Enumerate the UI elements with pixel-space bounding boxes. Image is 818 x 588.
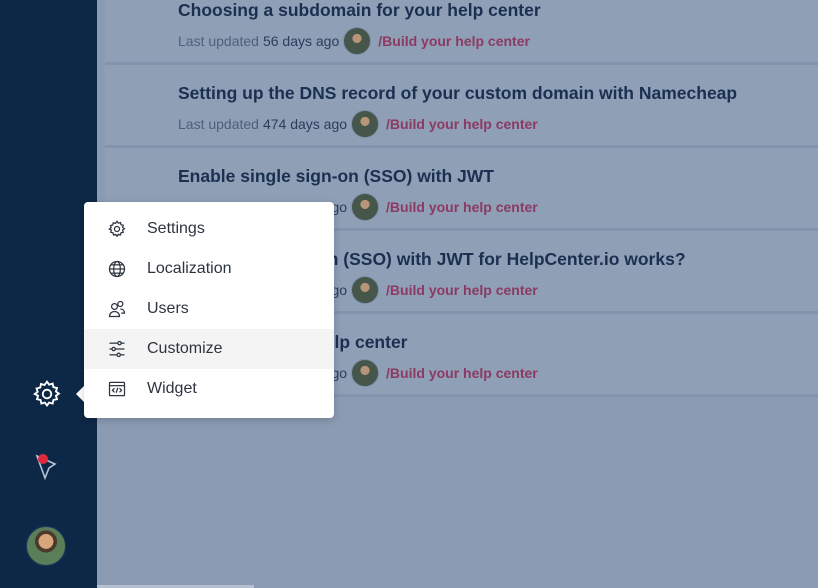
article-title[interactable]: Setting up the DNS record of your custom… (178, 83, 737, 104)
menu-item-label: Users (147, 300, 189, 317)
menu-item-users[interactable]: Users (84, 289, 334, 329)
article-meta: Last updated474 days ago/Build your help… (178, 110, 538, 138)
settings-gear-icon[interactable] (31, 378, 63, 410)
category-link[interactable]: /Build your help center (386, 365, 538, 381)
article-title[interactable]: Choosing a subdomain for your help cente… (178, 0, 541, 21)
notifications-pin-icon[interactable] (31, 450, 63, 482)
user-avatar[interactable] (26, 526, 66, 566)
article-row[interactable]: Setting up the DNS record of your custom… (105, 65, 818, 148)
menu-item-label: Customize (147, 340, 223, 357)
last-updated-label: Last updated (178, 33, 259, 49)
menu-item-customize[interactable]: Customize (84, 329, 334, 369)
globe-icon (108, 260, 126, 278)
last-updated-value: 56 days ago (262, 33, 340, 49)
article-row[interactable]: Choosing a subdomain for your help cente… (105, 0, 818, 65)
last-updated-value: 474 days ago (262, 116, 348, 132)
author-avatar (351, 359, 380, 387)
users-icon (108, 300, 126, 318)
gear-icon (108, 220, 126, 238)
menu-item-localization[interactable]: Localization (84, 249, 334, 289)
settings-menu: Settings Localization Users Customize Wi… (84, 202, 334, 418)
menu-item-label: Localization (147, 260, 232, 277)
category-link[interactable]: /Build your help center (378, 33, 530, 49)
category-link[interactable]: /Build your help center (386, 282, 538, 298)
menu-item-settings[interactable]: Settings (84, 209, 334, 249)
article-title[interactable]: Enable single sign-on (SSO) with JWT (178, 166, 494, 187)
menu-item-label: Settings (147, 220, 205, 237)
author-avatar (351, 193, 380, 221)
category-link[interactable]: /Build your help center (386, 116, 538, 132)
sidebar (0, 0, 97, 588)
article-meta: Last updated 56 days ago/Build your help … (178, 27, 530, 55)
last-updated-label: Last updated (178, 116, 259, 132)
menu-pointer (76, 386, 84, 402)
author-avatar (351, 276, 380, 304)
menu-item-widget[interactable]: Widget (84, 369, 334, 409)
menu-item-label: Widget (147, 380, 197, 397)
author-avatar (343, 27, 372, 55)
category-link[interactable]: /Build your help center (386, 199, 538, 215)
code-window-icon (108, 381, 126, 397)
author-avatar (351, 110, 380, 138)
sliders-icon (109, 340, 125, 358)
